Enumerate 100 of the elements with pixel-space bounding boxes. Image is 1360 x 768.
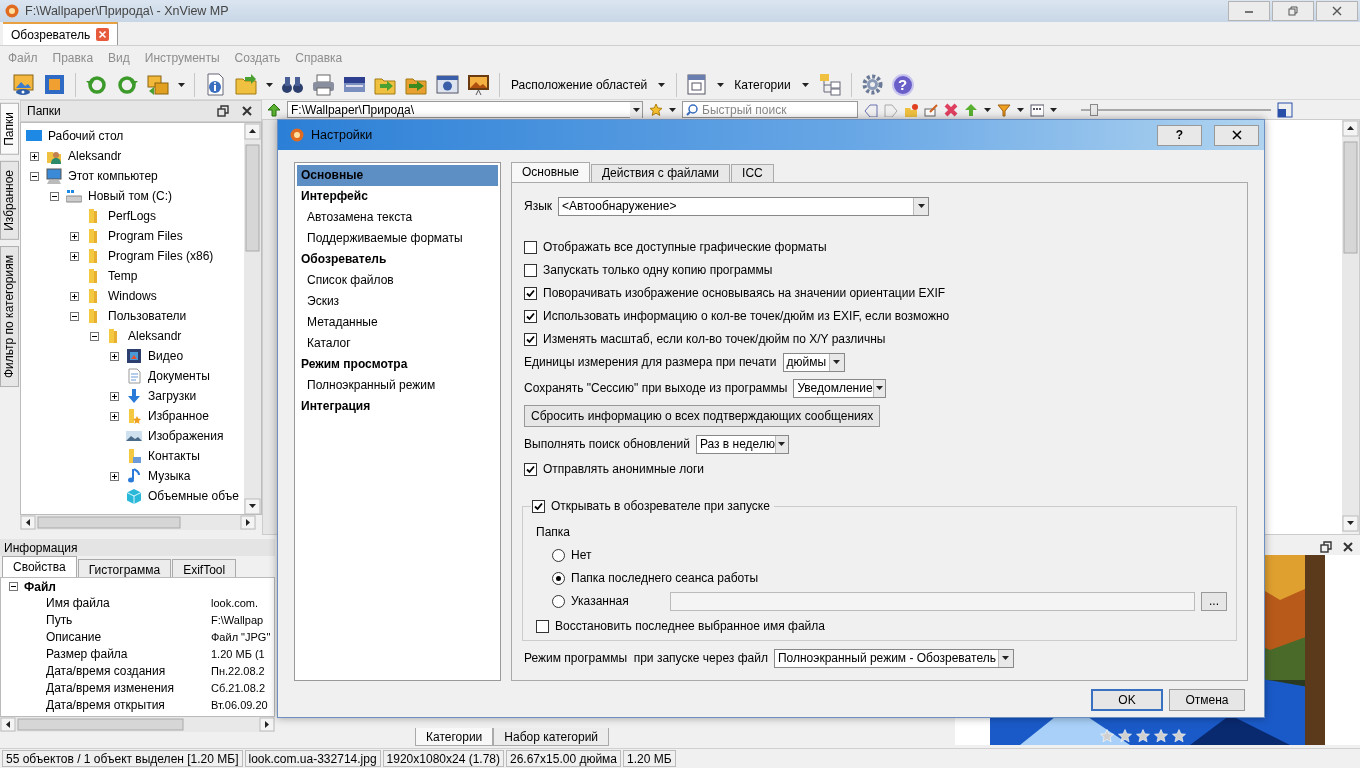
folder-item[interactable]: Контакты [148,449,200,463]
expand-toggle[interactable] [109,471,119,481]
folder-item[interactable]: Объемные объе [148,489,239,503]
dropdown[interactable]: дюймы [782,352,845,372]
tab[interactable]: Набор категорий [493,728,610,746]
nav-item[interactable]: Эскиз [297,291,498,312]
categories-button[interactable]: Категории [732,77,811,92]
folder-item[interactable]: Избранное [148,409,209,423]
delete-icon[interactable] [944,102,958,117]
tab[interactable]: ExifTool [172,559,237,577]
horizontal-scrollbar[interactable] [0,717,275,732]
nav-item[interactable]: Автозамена текста [297,207,498,228]
tab[interactable]: Действия с файлами [590,164,731,182]
printer-icon[interactable] [312,73,335,96]
caret-icon[interactable] [1050,107,1057,112]
expand-toggle[interactable] [89,331,99,341]
nav-item[interactable]: Список файлов [297,270,498,291]
rotate-left-icon[interactable] [85,73,108,96]
expand-toggle[interactable] [69,251,79,261]
dialog-button[interactable]: Отмена [1169,689,1245,711]
folder-item[interactable]: Этот компьютер [68,169,158,183]
rotate-right-icon[interactable] [116,73,139,96]
folder-tree-icon[interactable] [818,73,842,96]
expand-toggle[interactable] [49,191,59,201]
nav-section[interactable]: Основные [297,165,498,186]
folder-item[interactable]: Temp [108,269,138,283]
nav-section[interactable]: Интеграция [297,396,498,417]
folder-item[interactable]: Aleksandr [128,329,182,343]
caret-icon[interactable] [1017,107,1024,112]
rename-icon[interactable] [924,102,938,117]
search-field[interactable]: Быстрый поиск [682,101,858,118]
export-folder-icon[interactable] [235,73,258,96]
browse-button[interactable]: ... [1201,591,1227,611]
caret-icon[interactable] [632,107,640,112]
folder-item[interactable]: Документы [148,369,210,383]
tab[interactable]: Гистограмма [77,559,172,577]
size-slider[interactable] [1081,102,1271,117]
slider-thumb[interactable] [1090,103,1099,116]
restore-icon[interactable] [217,105,229,117]
caret-icon[interactable] [178,82,185,87]
radio-button[interactable] [552,571,565,585]
radio-button[interactable] [552,548,565,562]
folder-item[interactable]: Пользователи [108,309,187,323]
folder-item[interactable]: Aleksandr [68,149,122,163]
dialog-button[interactable]: OK [1091,689,1163,711]
nav-item[interactable]: Поддерживаемые форматы [297,228,498,249]
restore-icon[interactable] [1320,541,1332,553]
caret-icon[interactable] [876,386,883,390]
dropdown[interactable]: <Автообнаружение> [558,196,930,216]
folder-item[interactable]: Windows [108,289,157,303]
nav-item[interactable]: Полноэкранный режим [297,375,498,396]
expand-toggle[interactable] [109,351,119,361]
checkbox[interactable] [524,286,537,300]
expand-toggle[interactable] [69,291,79,301]
dropdown[interactable]: Уведомление [793,378,887,398]
caret-icon[interactable] [669,107,676,112]
help-button[interactable]: ? [1157,124,1202,146]
address-field[interactable]: F:\Wallpaper\Природа\ [287,101,643,118]
convert-icon[interactable] [147,73,170,96]
side-tab[interactable]: Избранное [0,160,19,240]
nav-item[interactable]: Метаданные [297,312,498,333]
folder-item[interactable]: Program Files (x86) [108,249,214,263]
dropdown[interactable]: Полноэкранный режим - Обозреватель [773,648,1014,668]
panel-icon[interactable] [1277,101,1293,118]
fullscreen-icon[interactable] [43,73,66,96]
slideshow-icon[interactable] [467,73,490,96]
close-icon[interactable] [241,105,253,117]
side-tab[interactable]: Папки [0,103,19,155]
caret-icon[interactable] [801,82,809,87]
folder-item[interactable]: PerfLogs [108,209,157,223]
up-arrow-icon[interactable] [267,102,281,117]
caret-icon[interactable] [778,442,786,446]
expand-toggle[interactable] [109,391,119,401]
horizontal-scrollbar[interactable] [20,515,256,530]
checkbox[interactable] [524,263,537,277]
nav-section[interactable]: Интерфейс [297,186,498,207]
checkbox[interactable] [532,499,545,513]
layout-button[interactable]: Расположение областей [509,77,668,92]
folder-item[interactable]: Музыка [148,469,191,483]
reset-button[interactable]: Сбросить информацию о всех подтверждающих сообщениях [524,405,881,427]
star-icon[interactable] [649,102,663,117]
expand-toggle[interactable] [69,231,79,241]
caret-icon[interactable] [1002,656,1010,660]
radio-button[interactable] [552,594,565,608]
camera-icon[interactable] [436,73,459,96]
parent-folder-icon[interactable] [964,102,978,117]
close-button[interactable] [1214,124,1259,146]
expand-toggle[interactable] [9,582,18,591]
nav-section[interactable]: Обозреватель [297,249,498,270]
back-icon[interactable] [864,102,878,117]
checkbox[interactable] [524,240,537,254]
checkbox[interactable] [524,332,537,346]
caret-icon[interactable] [266,82,273,87]
help-button[interactable]: ? [891,73,914,96]
document-tab[interactable]: Обозреватель [3,22,119,45]
tab[interactable]: Свойства [2,556,77,577]
path-field[interactable] [669,591,1195,611]
checkbox[interactable] [524,462,537,476]
folder-item[interactable]: Рабочий стол [48,129,124,143]
vertical-scrollbar[interactable] [244,123,261,514]
